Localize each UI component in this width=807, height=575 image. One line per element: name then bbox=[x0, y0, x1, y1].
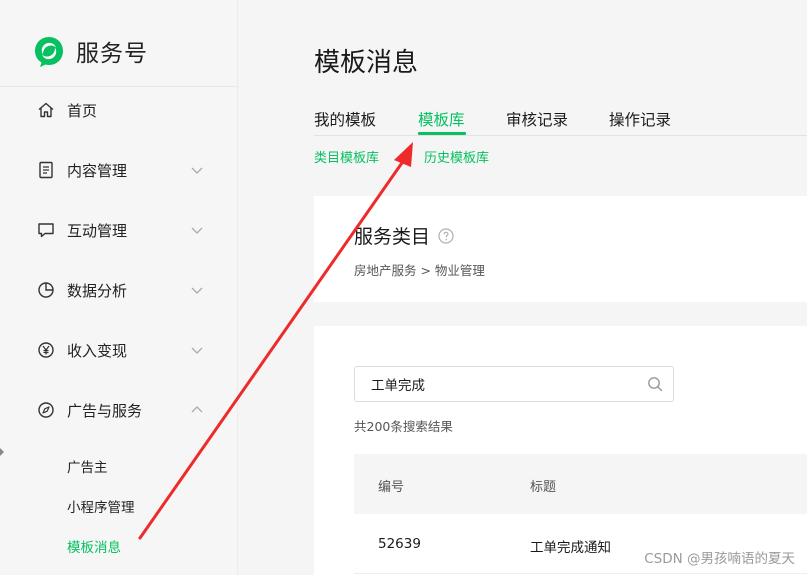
chevron-down-icon bbox=[191, 347, 203, 354]
chevron-down-icon bbox=[191, 287, 203, 294]
sidebar-item-content[interactable]: 内容管理 bbox=[0, 150, 238, 190]
sidebar-subitem-miniprogram[interactable]: 小程序管理 bbox=[67, 496, 135, 516]
compass-icon bbox=[38, 402, 54, 418]
category-title-text: 服务类目 bbox=[354, 226, 431, 248]
sidebar-item-interaction[interactable]: 互动管理 bbox=[0, 210, 238, 250]
sidebar-item-monetization[interactable]: 收入变现 bbox=[0, 330, 238, 370]
subtab-history-library[interactable]: 历史模板库 bbox=[424, 147, 489, 166]
edge-caret-icon bbox=[0, 448, 4, 456]
pie-chart-icon bbox=[38, 282, 54, 298]
tab-bar: 我的模板 模板库 审核记录 操作记录 bbox=[314, 108, 807, 136]
chevron-up-icon bbox=[191, 406, 203, 413]
chevron-down-icon bbox=[191, 227, 203, 234]
result-count: 共200条搜索结果 bbox=[354, 419, 453, 434]
yen-icon bbox=[38, 342, 54, 358]
sidebar-item-label: 内容管理 bbox=[67, 161, 128, 180]
brand-name: 服务号 bbox=[76, 41, 148, 67]
home-icon bbox=[38, 102, 54, 118]
wechat-service-logo-icon bbox=[35, 37, 63, 67]
chat-icon bbox=[38, 223, 54, 238]
category-title: 服务类目 bbox=[354, 222, 454, 249]
sidebar-item-label: 收入变现 bbox=[67, 341, 128, 360]
help-icon[interactable] bbox=[438, 227, 454, 244]
sidebar-item-home[interactable]: 首页 bbox=[0, 90, 238, 130]
column-header-title: 标题 bbox=[530, 480, 557, 495]
cell-id: 52639 bbox=[378, 536, 421, 552]
tab-my-templates[interactable]: 我的模板 bbox=[314, 108, 376, 130]
tab-review-records[interactable]: 审核记录 bbox=[506, 108, 568, 130]
column-header-id: 编号 bbox=[378, 480, 405, 495]
sidebar-item-label: 互动管理 bbox=[67, 221, 128, 240]
cell-title: 工单完成通知 bbox=[530, 540, 611, 556]
watermark: CSDN @男孩喃语的夏天 bbox=[644, 551, 795, 567]
category-breadcrumb: 房地产服务 > 物业管理 bbox=[354, 263, 485, 278]
sidebar-item-label: 数据分析 bbox=[67, 281, 128, 300]
chevron-down-icon bbox=[191, 167, 203, 174]
subtab-category-library[interactable]: 类目模板库 bbox=[314, 147, 379, 166]
search-box bbox=[354, 366, 674, 402]
active-tab-indicator bbox=[418, 132, 466, 135]
search-results-card: 共200条搜索结果 编号 标题 52639 工单完成通知 bbox=[314, 326, 807, 575]
search-icon[interactable] bbox=[647, 376, 663, 392]
sidebar-item-label: 首页 bbox=[67, 101, 98, 120]
brand[interactable]: 服务号 bbox=[32, 32, 148, 70]
sidebar: 服务号 首页 内容管理 互动管理 数据分析 收入变现 广告与服务 广告主 小程序… bbox=[0, 0, 238, 575]
sidebar-subitem-template-message[interactable]: 模板消息 bbox=[67, 536, 121, 556]
sidebar-item-ads-services[interactable]: 广告与服务 bbox=[0, 390, 238, 430]
sidebar-item-analytics[interactable]: 数据分析 bbox=[0, 270, 238, 310]
tab-operation-records[interactable]: 操作记录 bbox=[609, 108, 671, 130]
sidebar-item-label: 广告与服务 bbox=[67, 401, 143, 420]
sidebar-subitem-advertiser[interactable]: 广告主 bbox=[67, 456, 108, 476]
divider bbox=[0, 86, 238, 87]
document-icon bbox=[39, 161, 53, 179]
table-header: 编号 标题 bbox=[354, 454, 807, 514]
main-content: 模板消息 我的模板 模板库 审核记录 操作记录 类目模板库 历史模板库 服务类目… bbox=[239, 0, 807, 575]
category-card: 服务类目 房地产服务 > 物业管理 bbox=[314, 196, 807, 302]
page-title: 模板消息 bbox=[314, 48, 419, 78]
search-input[interactable] bbox=[355, 367, 635, 401]
tab-template-library[interactable]: 模板库 bbox=[418, 108, 465, 130]
